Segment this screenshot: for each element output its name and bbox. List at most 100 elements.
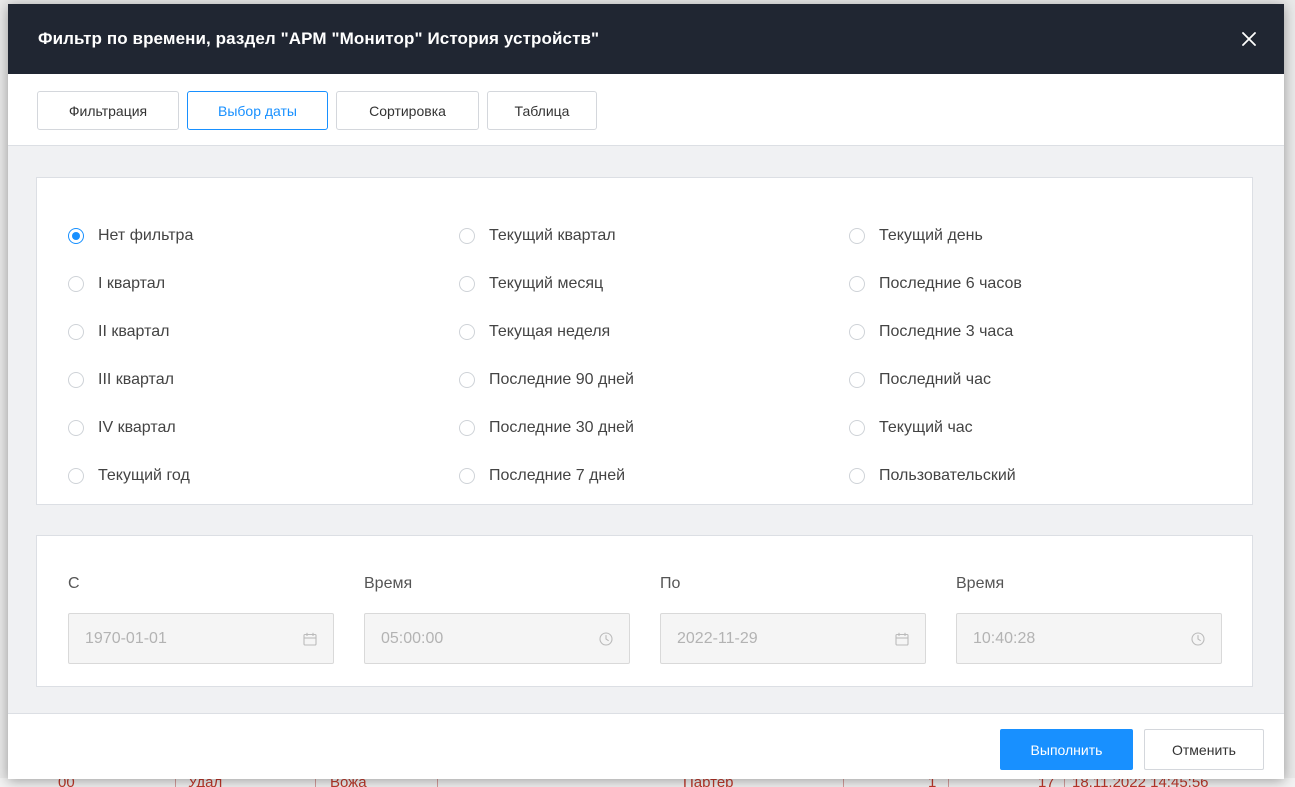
close-icon [1242, 32, 1256, 46]
radio-last-7-days[interactable]: Последние 7 дней [459, 452, 634, 500]
calendar-icon [303, 632, 317, 646]
radio-icon [68, 276, 84, 292]
from-date-input[interactable]: 1970-01-01 [68, 613, 334, 664]
tab-filtering[interactable]: Фильтрация [37, 91, 179, 130]
period-options-panel: Нет фильтра I квартал II квартал III ква… [36, 177, 1253, 505]
radio-label: Нет фильтра [98, 227, 194, 244]
tab-table[interactable]: Таблица [487, 91, 597, 130]
radio-icon [849, 228, 865, 244]
radio-label: Текущий час [879, 419, 973, 436]
radio-label: Последние 3 часа [879, 323, 1014, 340]
radio-label: Последние 6 часов [879, 275, 1022, 292]
close-button[interactable] [1236, 26, 1262, 52]
to-date-input[interactable]: 2022-11-29 [660, 613, 926, 664]
radio-icon [849, 276, 865, 292]
radio-icon [849, 372, 865, 388]
radio-label: Последние 30 дней [489, 419, 634, 436]
radio-icon [459, 372, 475, 388]
date-range-panel: С 1970-01-01 Время 05:00:00 По 2022-11-2… [36, 535, 1253, 687]
radio-quarter-2[interactable]: II квартал [68, 308, 193, 356]
radio-label: Текущий год [98, 467, 190, 484]
to-time-label: Время [956, 575, 1005, 592]
from-time-field: Время 05:00:00 [364, 575, 630, 664]
radio-last-90-days[interactable]: Последние 90 дней [459, 356, 634, 404]
radio-column-2: Текущий квартал Текущий месяц Текущая не… [459, 212, 634, 500]
bg-cell: 18.11.2022 14:45:56 [1072, 778, 1209, 787]
tab-bar: Фильтрация Выбор даты Сортировка Таблица [8, 74, 1284, 146]
radio-label: Последний час [879, 371, 992, 388]
radio-quarter-3[interactable]: III квартал [68, 356, 193, 404]
radio-quarter-1[interactable]: I квартал [68, 260, 193, 308]
radio-icon [459, 420, 475, 436]
radio-icon [459, 276, 475, 292]
to-date-label: По [660, 575, 681, 592]
radio-label: Текущая неделя [489, 323, 611, 340]
radio-label: I квартал [98, 275, 166, 292]
radio-current-year[interactable]: Текущий год [68, 452, 193, 500]
radio-icon [68, 324, 84, 340]
clock-icon [1191, 631, 1205, 646]
tab-sorting[interactable]: Сортировка [336, 91, 479, 130]
radio-last-30-days[interactable]: Последние 30 дней [459, 404, 634, 452]
tab-date-selection[interactable]: Выбор даты [187, 91, 328, 130]
from-date-field: С 1970-01-01 [68, 575, 334, 664]
to-date-field: По 2022-11-29 [660, 575, 926, 664]
radio-label: Текущий квартал [489, 227, 616, 244]
radio-icon [68, 372, 84, 388]
radio-label: II квартал [98, 323, 170, 340]
dialog-title: Фильтр по времени, раздел "АРМ "Монитор"… [38, 29, 600, 48]
radio-current-week[interactable]: Текущая неделя [459, 308, 634, 356]
radio-icon [849, 468, 865, 484]
radio-label: III квартал [98, 371, 174, 388]
radio-icon [68, 468, 84, 484]
radio-last-hour[interactable]: Последний час [849, 356, 1022, 404]
from-time-label: Время [364, 575, 413, 592]
radio-icon [849, 324, 865, 340]
bg-cell: Удал [188, 778, 223, 787]
clock-icon [599, 631, 613, 646]
dialog-header: Фильтр по времени, раздел "АРМ "Монитор"… [8, 4, 1284, 74]
bg-cell: 17 [1038, 778, 1055, 787]
bg-cell: Вожа [330, 778, 367, 787]
from-date-label: С [68, 575, 80, 592]
radio-label: Текущий день [879, 227, 983, 244]
from-time-input[interactable]: 05:00:00 [364, 613, 630, 664]
from-date-value: 1970-01-01 [85, 629, 167, 647]
to-date-value: 2022-11-29 [677, 629, 758, 647]
to-time-value: 10:40:28 [973, 629, 1036, 647]
to-time-field: Время 10:40:28 [956, 575, 1222, 664]
radio-label: Последние 90 дней [489, 371, 634, 388]
radio-label: Последние 7 дней [489, 467, 626, 484]
radio-current-hour[interactable]: Текущий час [849, 404, 1022, 452]
background-table-row: 00 Удал Вожа Партер 1 17 18.11.2022 14:4… [0, 778, 1295, 787]
radio-label: IV квартал [98, 419, 176, 436]
bg-cell: 00 [58, 778, 75, 787]
radio-icon [849, 420, 865, 436]
radio-checked-icon [68, 228, 84, 244]
radio-last-3-hours[interactable]: Последние 3 часа [849, 308, 1022, 356]
dialog-footer: Выполнить Отменить [8, 713, 1284, 779]
radio-last-6-hours[interactable]: Последние 6 часов [849, 260, 1022, 308]
radio-current-day[interactable]: Текущий день [849, 212, 1022, 260]
radio-icon [68, 420, 84, 436]
radio-current-quarter[interactable]: Текущий квартал [459, 212, 634, 260]
radio-label: Пользовательский [879, 467, 1016, 484]
bg-cell: Партер [683, 778, 734, 787]
radio-quarter-4[interactable]: IV квартал [68, 404, 193, 452]
radio-current-month[interactable]: Текущий месяц [459, 260, 634, 308]
time-filter-dialog: Фильтр по времени, раздел "АРМ "Монитор"… [8, 4, 1284, 779]
bg-cell: 1 [928, 778, 937, 787]
submit-button[interactable]: Выполнить [1000, 729, 1133, 770]
radio-label: Текущий месяц [489, 275, 604, 292]
cancel-button[interactable]: Отменить [1144, 729, 1264, 770]
to-time-input[interactable]: 10:40:28 [956, 613, 1222, 664]
radio-icon [459, 468, 475, 484]
radio-icon [459, 228, 475, 244]
radio-icon [459, 324, 475, 340]
from-time-value: 05:00:00 [381, 629, 444, 647]
calendar-icon [895, 632, 909, 646]
radio-custom[interactable]: Пользовательский [849, 452, 1022, 500]
radio-no-filter[interactable]: Нет фильтра [68, 212, 193, 260]
radio-column-3: Текущий день Последние 6 часов Последние… [849, 212, 1022, 500]
radio-column-1: Нет фильтра I квартал II квартал III ква… [68, 212, 193, 500]
